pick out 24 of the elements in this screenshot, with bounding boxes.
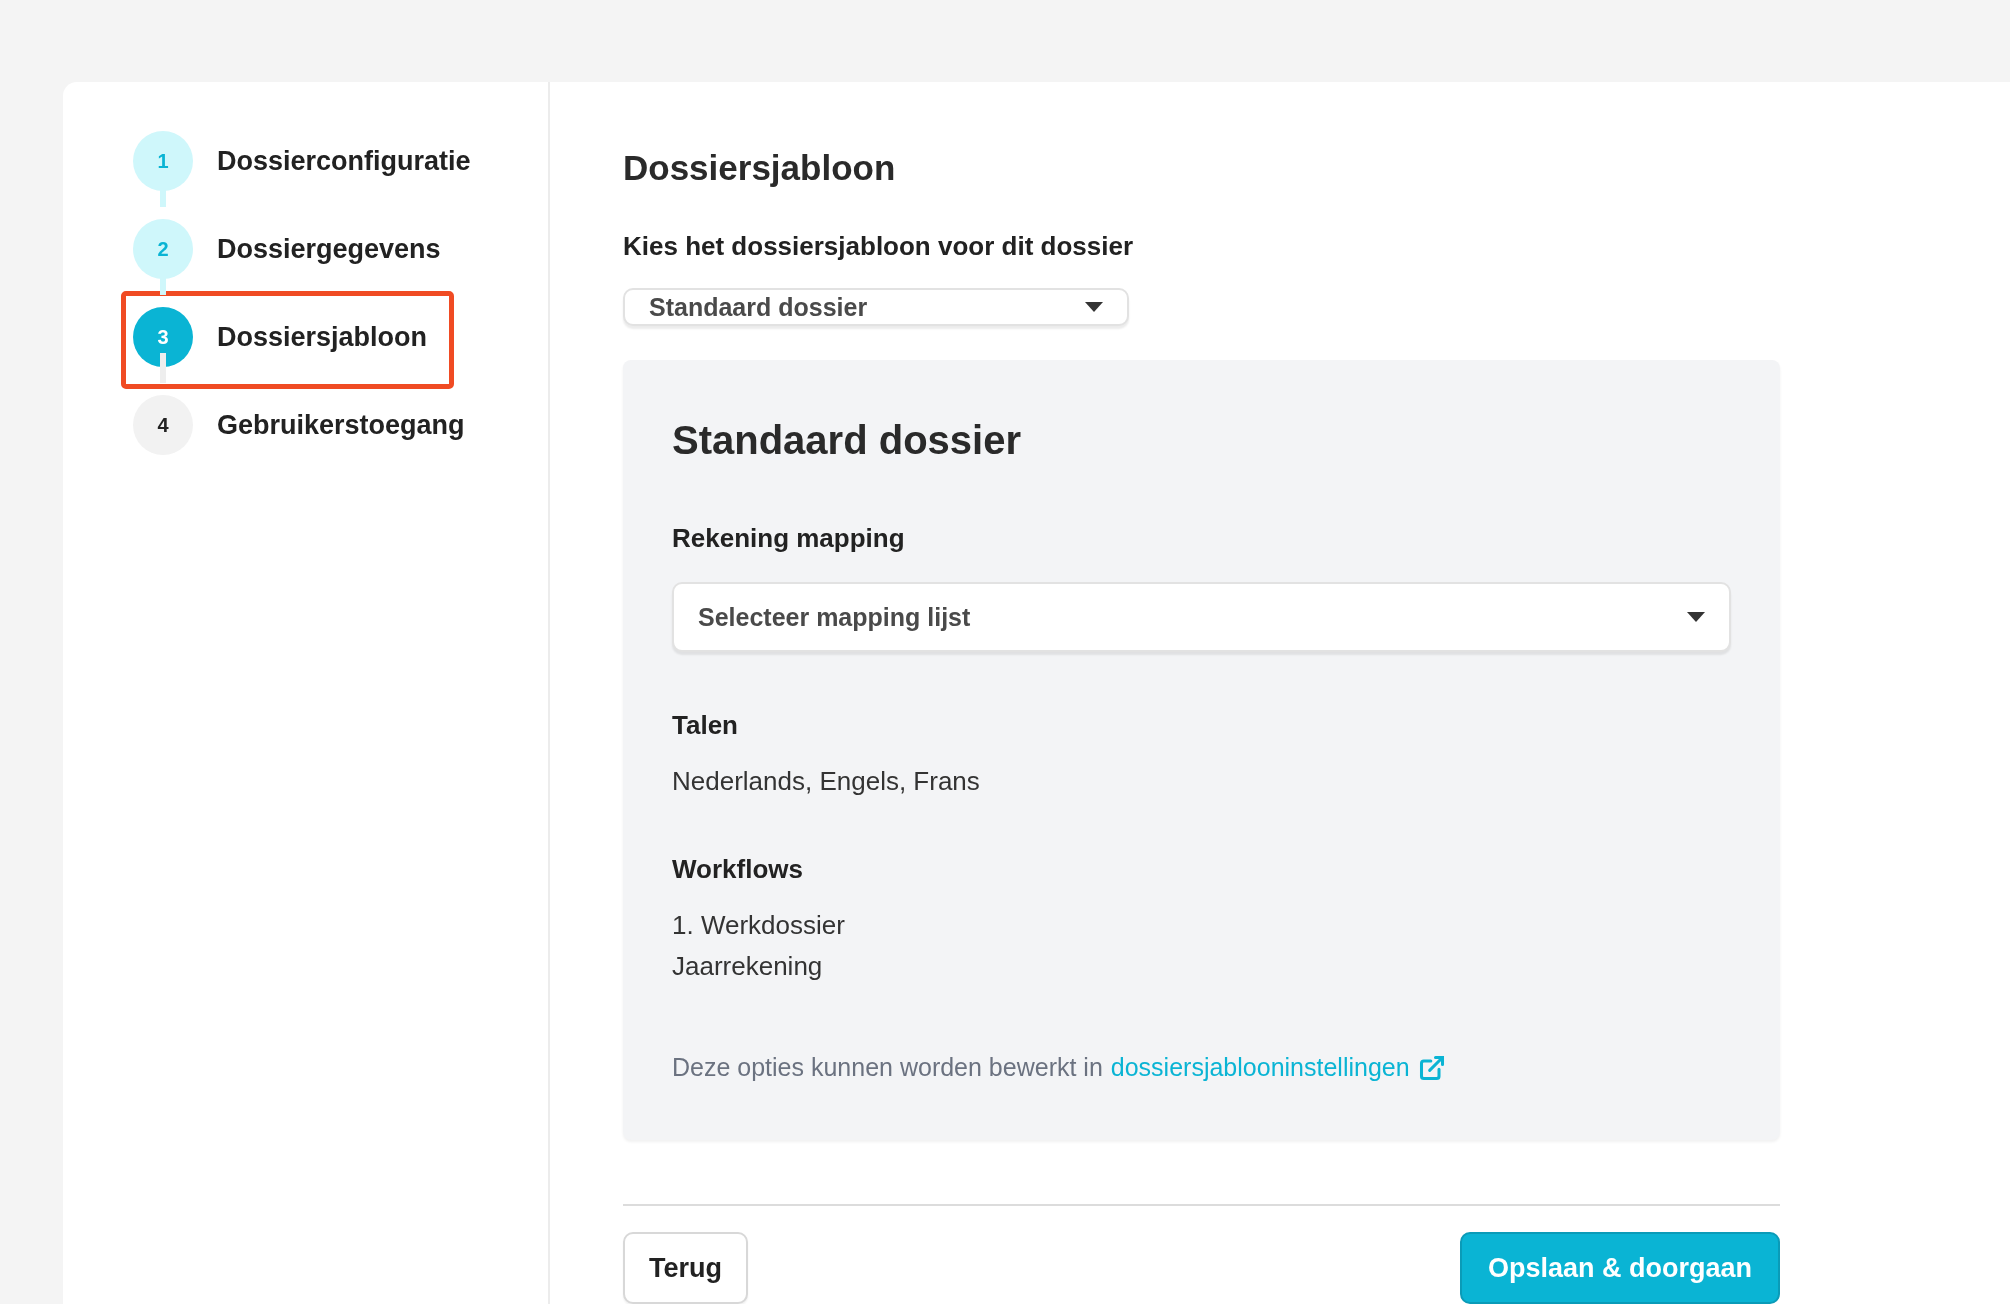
page-title: Dossiersjabloon [623,148,897,188]
workflow-item: Jaarrekening [672,950,824,983]
step-number: 2 [133,219,193,279]
mapping-select[interactable]: Selecteer mapping lijst [672,582,1731,652]
note-text: Deze opties kunnen worden bewerkt in [672,1053,1103,1082]
field-label: Kies het dossiersjabloon voor dit dossier [623,231,1134,262]
external-link-icon [1417,1053,1446,1082]
step-label[interactable]: Dossiergegevens [217,233,441,265]
step-number: 4 [133,395,193,455]
languages-text: Nederlands, Engels, Frans [672,765,981,798]
workflow-item: 1. Werkdossier [672,909,846,942]
step-label[interactable]: Gebruikerstoegang [217,409,465,441]
back-button[interactable]: Terug [623,1232,748,1304]
caret-icon [1687,612,1705,622]
panel-title: Standaard dossier [672,418,1022,463]
step-number: 3 [133,307,193,367]
section-label: Talen [672,710,739,741]
section-label: Workflows [672,854,804,885]
step-label[interactable]: Dossiersjabloon [217,321,428,353]
step-number: 1 [133,131,193,191]
caret-icon [1085,302,1103,312]
step-label[interactable]: Dossierconfiguratie [217,145,471,177]
field-label: Rekening mapping [672,523,906,554]
template-select[interactable]: Standaard dossier [623,288,1129,326]
